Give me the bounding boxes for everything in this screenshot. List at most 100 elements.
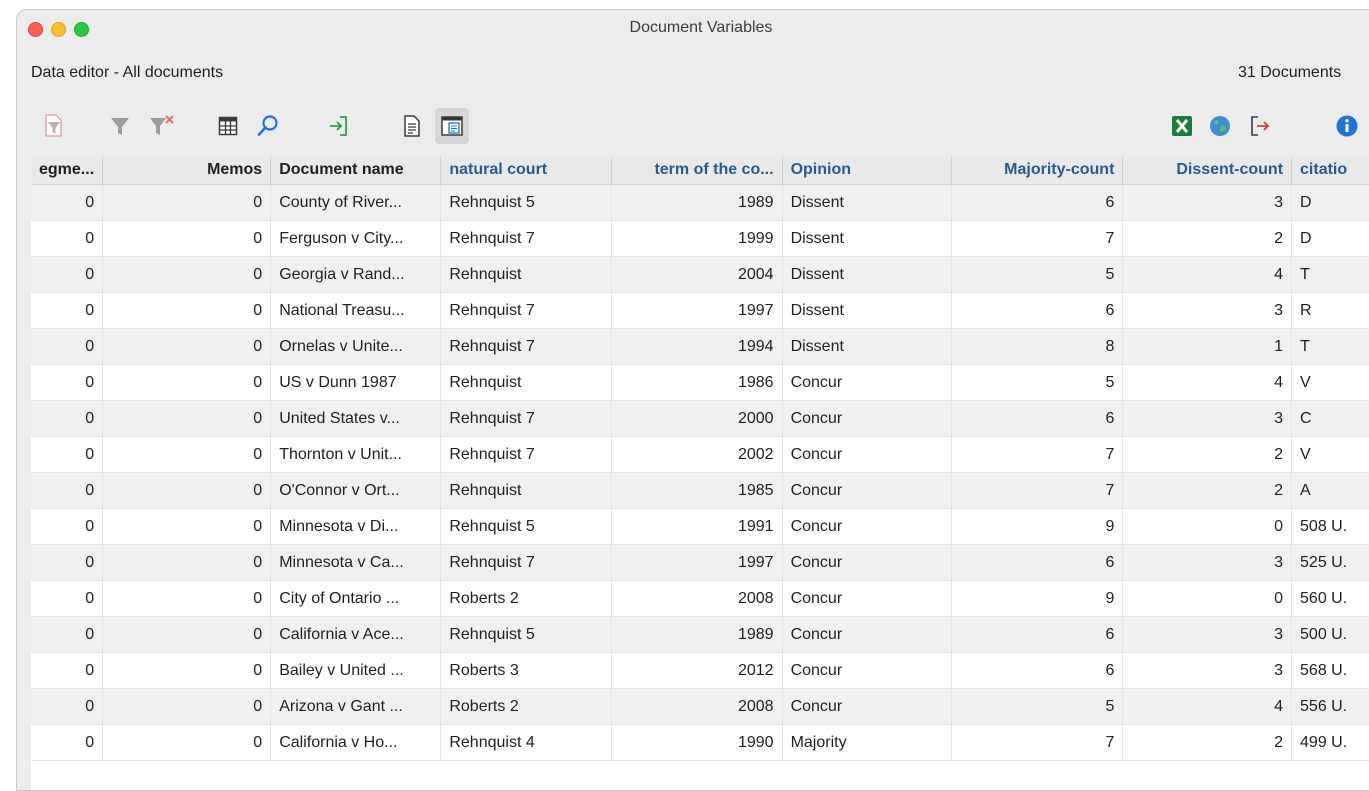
cell-opinion[interactable]: Concur — [782, 652, 952, 689]
export-icon[interactable] — [1243, 108, 1277, 144]
cell-dissent-count[interactable]: 2 — [1122, 436, 1293, 473]
import-icon[interactable] — [321, 108, 355, 144]
cell-natural-court[interactable]: Rehnquist 7 — [440, 220, 612, 257]
cell-opinion[interactable]: Concur — [782, 616, 952, 653]
cell-dissent-count[interactable]: 3 — [1122, 292, 1293, 329]
cell-document-name[interactable]: National Treasu... — [270, 292, 442, 329]
cell-citation[interactable]: 568 U. — [1291, 652, 1369, 689]
cell-natural-court[interactable]: Rehnquist 7 — [440, 292, 612, 329]
cell-citation[interactable]: C — [1291, 400, 1369, 437]
column-header-term[interactable]: term of the co... — [611, 156, 783, 185]
cell-dissent-count[interactable]: 0 — [1122, 580, 1293, 617]
zoom-window-button[interactable] — [74, 22, 89, 37]
filter-document-icon[interactable] — [37, 108, 71, 144]
cell-document-name[interactable]: Minnesota v Ca... — [270, 544, 442, 581]
cell-memos[interactable]: 0 — [102, 220, 272, 257]
cell-opinion[interactable]: Dissent — [782, 184, 952, 221]
columns-icon[interactable] — [211, 108, 245, 144]
cell-dissent-count[interactable]: 3 — [1122, 616, 1293, 653]
cell-memos[interactable]: 0 — [102, 688, 272, 725]
cell-opinion[interactable]: Concur — [782, 472, 952, 509]
cell-segments[interactable]: 0 — [31, 292, 104, 329]
cell-document-name[interactable]: Thornton v Unit... — [270, 436, 442, 473]
cell-memos[interactable]: 0 — [102, 256, 272, 293]
cell-majority-count[interactable]: 6 — [951, 184, 1124, 221]
column-header-segments[interactable]: egme... — [31, 156, 104, 185]
cell-dissent-count[interactable]: 3 — [1122, 652, 1293, 689]
cell-citation[interactable]: 508 U. — [1291, 508, 1369, 545]
table-row[interactable]: 0 0 Bailey v United ... Roberts 3 2012 Concur… — [31, 652, 1369, 689]
cell-citation[interactable]: D — [1291, 220, 1369, 257]
cell-natural-court[interactable]: Rehnquist — [440, 364, 612, 401]
cell-term[interactable]: 2004 — [611, 256, 783, 293]
cell-dissent-count[interactable]: 2 — [1122, 724, 1293, 761]
info-icon[interactable] — [1330, 108, 1364, 144]
cell-dissent-count[interactable]: 2 — [1122, 220, 1293, 257]
cell-document-name[interactable]: Bailey v United ... — [270, 652, 442, 689]
cell-document-name[interactable]: California v Ho... — [270, 724, 442, 761]
cell-majority-count[interactable]: 8 — [951, 328, 1124, 365]
cell-segments[interactable]: 0 — [31, 688, 104, 725]
cell-citation[interactable]: 560 U. — [1291, 580, 1369, 617]
cell-majority-count[interactable]: 7 — [951, 436, 1124, 473]
cell-segments[interactable]: 0 — [31, 472, 104, 509]
cell-document-name[interactable]: Arizona v Gant ... — [270, 688, 442, 725]
table-row[interactable]: 0 0 California v Ho... Rehnquist 4 1990 Major… — [31, 724, 1369, 761]
web-export-icon[interactable] — [1203, 108, 1237, 144]
cell-term[interactable]: 1991 — [611, 508, 783, 545]
cell-term[interactable]: 1989 — [611, 184, 783, 221]
cell-dissent-count[interactable]: 3 — [1122, 184, 1293, 221]
cell-citation[interactable]: V — [1291, 436, 1369, 473]
column-header-majority-count[interactable]: Majority-count — [951, 156, 1124, 185]
cell-segments[interactable]: 0 — [31, 544, 104, 581]
cell-memos[interactable]: 0 — [102, 580, 272, 617]
cell-opinion[interactable]: Concur — [782, 364, 952, 401]
column-header-memos[interactable]: Memos — [102, 156, 272, 185]
cell-document-name[interactable]: California v Ace... — [270, 616, 442, 653]
document-view-icon[interactable] — [435, 108, 469, 144]
cell-segments[interactable]: 0 — [31, 652, 104, 689]
cell-segments[interactable]: 0 — [31, 256, 104, 293]
cell-citation[interactable]: T — [1291, 256, 1369, 293]
cell-opinion[interactable]: Concur — [782, 436, 952, 473]
cell-document-name[interactable]: Ornelas v Unite... — [270, 328, 442, 365]
cell-opinion[interactable]: Concur — [782, 508, 952, 545]
cell-term[interactable]: 2008 — [611, 580, 783, 617]
cell-opinion[interactable]: Concur — [782, 688, 952, 725]
cell-majority-count[interactable]: 6 — [951, 616, 1124, 653]
cell-term[interactable]: 2008 — [611, 688, 783, 725]
cell-memos[interactable]: 0 — [102, 544, 272, 581]
cell-majority-count[interactable]: 7 — [951, 724, 1124, 761]
cell-opinion[interactable]: Majority — [782, 724, 952, 761]
cell-natural-court[interactable]: Rehnquist 7 — [440, 400, 612, 437]
cell-memos[interactable]: 0 — [102, 436, 272, 473]
table-row[interactable]: 0 0 O'Connor v Ort... Rehnquist 1985 Concur 7 2… — [31, 472, 1369, 509]
cell-term[interactable]: 1986 — [611, 364, 783, 401]
cell-majority-count[interactable]: 9 — [951, 580, 1124, 617]
table-row[interactable]: 0 0 Georgia v Rand... Rehnquist 2004 Dissent 5… — [31, 256, 1369, 293]
cell-majority-count[interactable]: 6 — [951, 544, 1124, 581]
column-header-dissent-count[interactable]: Dissent-count — [1122, 156, 1293, 185]
cell-majority-count[interactable]: 5 — [951, 256, 1124, 293]
cell-majority-count[interactable]: 7 — [951, 220, 1124, 257]
cell-document-name[interactable]: US v Dunn 1987 — [270, 364, 442, 401]
cell-document-name[interactable]: Minnesota v Di... — [270, 508, 442, 545]
cell-document-name[interactable]: Georgia v Rand... — [270, 256, 442, 293]
cell-natural-court[interactable]: Rehnquist 7 — [440, 544, 612, 581]
cell-citation[interactable]: 525 U. — [1291, 544, 1369, 581]
document-list-icon[interactable] — [395, 108, 429, 144]
cell-opinion[interactable]: Concur — [782, 580, 952, 617]
cell-dissent-count[interactable]: 2 — [1122, 472, 1293, 509]
table-row[interactable]: 0 0 California v Ace... Rehnquist 5 1989 Conc… — [31, 616, 1369, 653]
clear-filter-icon[interactable] — [145, 108, 179, 144]
cell-natural-court[interactable]: Roberts 3 — [440, 652, 612, 689]
cell-document-name[interactable]: Ferguson v City... — [270, 220, 442, 257]
cell-segments[interactable]: 0 — [31, 508, 104, 545]
cell-dissent-count[interactable]: 4 — [1122, 688, 1293, 725]
minimize-window-button[interactable] — [51, 22, 66, 37]
cell-segments[interactable]: 0 — [31, 220, 104, 257]
cell-segments[interactable]: 0 — [31, 580, 104, 617]
cell-majority-count[interactable]: 7 — [951, 472, 1124, 509]
column-header-opinion[interactable]: Opinion — [782, 156, 952, 185]
column-header-citation[interactable]: citatio — [1291, 156, 1369, 185]
